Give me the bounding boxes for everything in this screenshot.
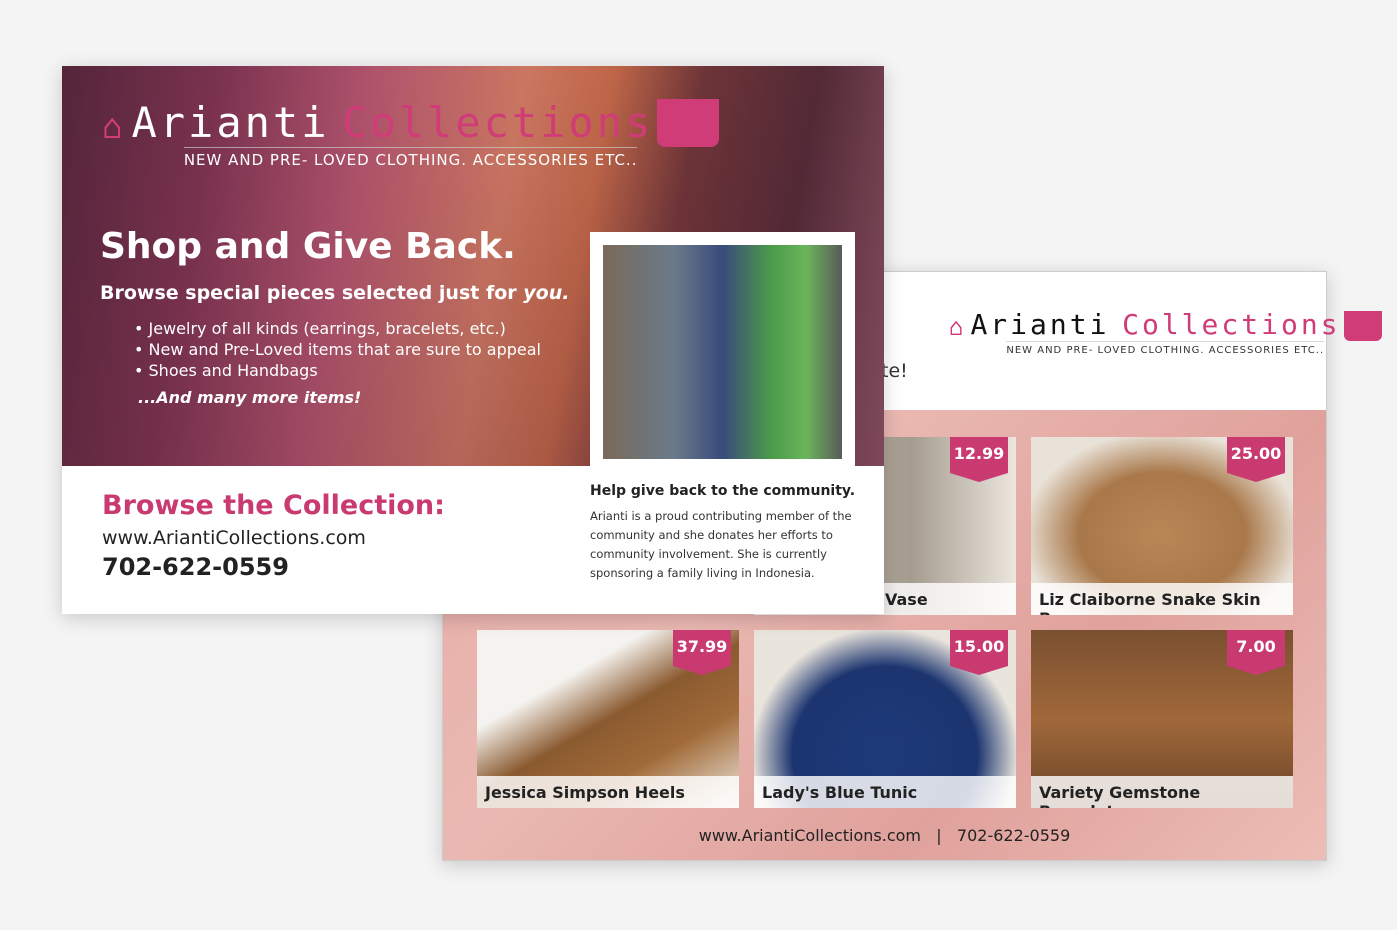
subhead-text: Browse special pieces selected just for <box>100 282 524 304</box>
partial-text: te! <box>881 360 908 382</box>
back-footer-contact: www.AriantiCollections.com | 702-622-055… <box>698 826 1071 845</box>
brand-logo: ⌂ Arianti Collections NEW AND PRE- LOVED… <box>949 308 1382 356</box>
hanger-icon: ⌂ <box>102 107 126 147</box>
product-name: Lady's Blue Tunic <box>754 776 1016 808</box>
product-tile-bag[interactable]: 25.00 Liz Claiborne Snake Skin Bag <box>1031 437 1293 615</box>
hanger-icon: ⌂ <box>949 313 967 341</box>
more-items-note: ...And many more items! <box>138 388 362 407</box>
product-tile-bracelets[interactable]: 7.00 Variety Gemstone Bracelets <box>1031 630 1293 808</box>
brand-name-accent: Collections <box>342 98 654 147</box>
community-text: Arianti is a proud contributing member o… <box>590 509 852 580</box>
headline: Shop and Give Back. <box>100 226 516 267</box>
brand-name: Arianti <box>131 98 330 147</box>
feature-item: • Shoes and Handbags <box>134 361 318 380</box>
subhead-emphasis: you. <box>523 282 570 304</box>
price-badge: 7.00 <box>1227 630 1285 675</box>
product-name: Variety Gemstone Bracelets <box>1031 776 1293 808</box>
subhead: Browse special pieces selected just for … <box>100 282 569 304</box>
price-badge: 15.00 <box>950 630 1008 675</box>
product-name: Liz Claiborne Snake Skin Bag <box>1031 583 1293 615</box>
community-photo <box>603 245 842 459</box>
browse-title: Browse the Collection: <box>102 490 445 521</box>
brand-logo: ⌂ Arianti Collections NEW AND PRE- LOVED… <box>102 98 720 169</box>
price-badge: 25.00 <box>1227 437 1285 482</box>
product-name: Jessica Simpson Heels <box>477 776 739 808</box>
brand-name: Arianti <box>970 308 1110 341</box>
product-tile-tunic[interactable]: 15.00 Lady's Blue Tunic <box>754 630 1016 808</box>
feature-item: • Jewelry of all kinds (earrings, bracel… <box>134 319 506 338</box>
phone-number: 702-622-0559 <box>102 553 289 581</box>
front-postcard: ⌂ Arianti Collections NEW AND PRE- LOVED… <box>62 66 884 614</box>
product-tile-heels[interactable]: 37.99 Jessica Simpson Heels <box>477 630 739 808</box>
community-photo-frame <box>590 232 855 472</box>
price-badge: 37.99 <box>673 630 731 675</box>
shopping-bag-icon <box>1343 311 1382 341</box>
shopping-bag-icon <box>657 99 720 147</box>
brand-tagline: NEW AND PRE- LOVED CLOTHING. ACCESSORIES… <box>1006 341 1325 356</box>
brand-name-accent: Collections <box>1122 308 1341 341</box>
price-badge: 12.99 <box>950 437 1008 482</box>
website-link[interactable]: www.AriantiCollections.com <box>102 527 366 549</box>
feature-item: • New and Pre-Loved items that are sure … <box>134 340 541 359</box>
brand-tagline: NEW AND PRE- LOVED CLOTHING. ACCESSORIES… <box>183 147 638 169</box>
feature-list: • Jewelry of all kinds (earrings, bracel… <box>134 318 541 381</box>
community-title: Help give back to the community. <box>590 483 856 499</box>
